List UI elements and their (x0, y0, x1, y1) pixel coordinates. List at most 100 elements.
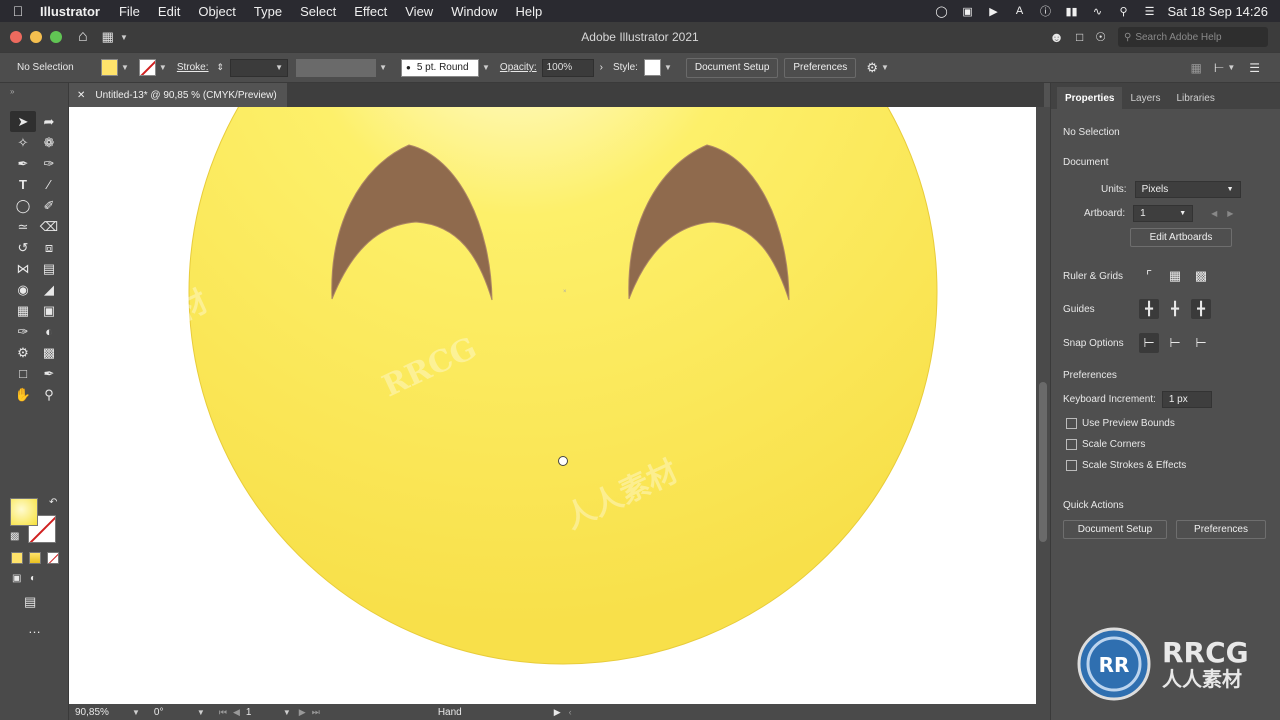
menu-type[interactable]: Type (245, 4, 291, 19)
quick-document-setup-button[interactable]: Document Setup (1063, 520, 1167, 539)
play-icon[interactable]: ▶ (986, 4, 1002, 18)
menu-effect[interactable]: Effect (345, 4, 396, 19)
fill-color-swatch[interactable] (10, 498, 38, 526)
menu-select[interactable]: Select (291, 4, 345, 19)
edit-toolbar-more-icon[interactable]: … (28, 621, 42, 636)
arrange-documents-icon[interactable]: ⚙ (866, 60, 878, 76)
zoom-tool-icon[interactable]: ⚲ (36, 384, 62, 405)
menu-help[interactable]: Help (506, 4, 551, 19)
chevron-down-icon[interactable]: ▼ (664, 63, 672, 72)
fill-control[interactable]: ▼ (101, 59, 129, 76)
gradient-mode-icon[interactable] (29, 552, 41, 564)
scale-corners-checkbox[interactable]: Scale Corners (1066, 439, 1145, 450)
paintbrush-tool-icon[interactable]: ✐ (36, 195, 62, 216)
none-mode-icon[interactable] (47, 552, 59, 564)
minimize-window-button[interactable] (30, 31, 42, 43)
workspace-switcher-icon[interactable]: ▦ (102, 29, 114, 45)
color-mode-icon[interactable] (11, 552, 23, 564)
tab-layers[interactable]: Layers (1122, 87, 1168, 109)
chevron-down-icon[interactable]: ▼ (881, 63, 889, 72)
spotlight-search-icon[interactable]: ⚲ (1116, 4, 1132, 18)
checkbox-box[interactable] (1066, 460, 1077, 471)
rotate-tool-icon[interactable]: ↺ (10, 237, 36, 258)
last-artboard-icon[interactable]: ⏭ (312, 707, 320, 718)
menu-object[interactable]: Object (189, 4, 245, 19)
mesh-tool-icon[interactable]: ▦ (10, 300, 36, 321)
symbol-sprayer-tool-icon[interactable]: ⚙ (10, 342, 36, 363)
chevron-right-icon[interactable]: › (600, 62, 603, 73)
artboard-tool-icon[interactable]: □ (10, 363, 36, 384)
artboard-select[interactable]: 1 ▼ (1133, 205, 1194, 222)
chevron-down-icon[interactable]: ▼ (482, 63, 490, 72)
zoom-window-button[interactable] (50, 31, 62, 43)
scale-strokes-checkbox[interactable]: Scale Strokes & Effects (1066, 460, 1186, 471)
close-window-button[interactable] (10, 31, 22, 43)
fill-swatch[interactable] (101, 59, 118, 76)
artboard-canvas[interactable]: × (69, 107, 1036, 704)
shaper-tool-icon[interactable]: ≃ (10, 216, 36, 237)
default-fill-stroke-icon[interactable]: ▩ (10, 531, 19, 542)
shape-builder-tool-icon[interactable]: ◉ (10, 279, 36, 300)
snap-to-glyph-icon[interactable]: ⊢ (1191, 333, 1211, 353)
font-icon[interactable]: A (1012, 4, 1028, 18)
app-menu[interactable]: Illustrator (36, 4, 110, 19)
use-preview-bounds-checkbox[interactable]: Use Preview Bounds (1066, 418, 1175, 429)
creative-cloud-icon[interactable]: ◯ (934, 4, 950, 18)
scale-tool-icon[interactable]: ⧈ (36, 237, 62, 258)
snap-to-point-icon[interactable]: ⊢ (1139, 333, 1159, 353)
stroke-stepper-icon[interactable]: ⇕ (217, 62, 225, 73)
panel-layout-icon[interactable]: □ (1076, 30, 1083, 44)
curvature-tool-icon[interactable]: ✑ (36, 153, 62, 174)
eraser-tool-icon[interactable]: ⌫ (36, 216, 62, 237)
lightbulb-icon[interactable]: ☉ (1095, 30, 1106, 44)
search-help-input[interactable]: ⚲ Search Adobe Help (1118, 27, 1268, 47)
direct-selection-tool-icon[interactable]: ➦ (36, 111, 62, 132)
graphic-style-swatch[interactable] (643, 59, 661, 76)
prev-artboard-icon[interactable]: ◀ (1211, 209, 1217, 218)
home-icon[interactable]: ⌂ (78, 28, 88, 46)
artboard-number-field[interactable]: 1 (240, 704, 280, 720)
chevron-down-icon[interactable]: ▼ (197, 708, 205, 717)
tab-libraries[interactable]: Libraries (1168, 87, 1222, 109)
pen-tool-icon[interactable]: ✒ (10, 153, 36, 174)
ellipse-tool-icon[interactable]: ◯ (10, 195, 36, 216)
lasso-tool-icon[interactable]: ❁ (36, 132, 62, 153)
hand-tool-icon[interactable]: ✋ (10, 384, 36, 405)
stroke-color-control[interactable]: ▼ (138, 59, 167, 76)
stroke-swatch[interactable] (138, 59, 156, 76)
stroke-label[interactable]: Stroke: (177, 62, 209, 73)
chevron-down-icon[interactable]: ▼ (121, 63, 129, 72)
document-tab[interactable]: ✕ Untitled-13* @ 90,85 % (CMYK/Preview) (69, 83, 287, 107)
wifi-icon[interactable]: ∿ (1090, 4, 1106, 18)
next-artboard-icon[interactable]: ▶ (299, 707, 306, 718)
collapse-panel-icon[interactable]: » (10, 87, 14, 96)
transparency-grid-icon[interactable]: ▩ (1191, 266, 1211, 286)
draw-behind-icon[interactable]: ◐ (30, 573, 36, 584)
units-select[interactable]: Pixels ▼ (1134, 181, 1241, 198)
next-artboard-icon[interactable]: ▶ (1227, 209, 1233, 218)
close-tab-icon[interactable]: ✕ (77, 90, 85, 101)
panel-menu-icon[interactable]: ☰ (1249, 61, 1260, 75)
gradient-tool-icon[interactable]: ▣ (36, 300, 62, 321)
free-transform-tool-icon[interactable]: ▤ (36, 258, 62, 279)
zoom-level-field[interactable]: 90,85% (69, 704, 129, 720)
status-menu-icon[interactable]: ▶ (554, 707, 561, 718)
show-guides-icon[interactable]: ╋ (1139, 299, 1159, 319)
stroke-weight-input[interactable]: ▼ (230, 58, 289, 77)
screen-mode-icon[interactable]: ▤ (24, 594, 36, 610)
column-graph-tool-icon[interactable]: ▩ (36, 342, 62, 363)
chevron-down-icon[interactable]: ▼ (379, 63, 387, 72)
selection-tool-icon[interactable]: ➤ (10, 111, 36, 132)
scroll-left-icon[interactable]: ‹ (569, 707, 572, 717)
menu-file[interactable]: File (110, 4, 149, 19)
line-segment-tool-icon[interactable]: ∕ (36, 174, 62, 195)
width-tool-icon[interactable]: ⋈ (10, 258, 36, 279)
transform-icon[interactable]: ▦ (1191, 61, 1202, 75)
menu-edit[interactable]: Edit (149, 4, 189, 19)
smart-guides-icon[interactable]: ╋ (1191, 299, 1211, 319)
chevron-down-icon[interactable]: ▼ (1227, 63, 1235, 72)
screen-record-icon[interactable]: ▣ (960, 4, 976, 18)
vertical-scrollbar[interactable] (1036, 107, 1050, 704)
blend-tool-icon[interactable]: ◐ (36, 321, 62, 342)
edit-artboards-button[interactable]: Edit Artboards (1130, 228, 1232, 247)
